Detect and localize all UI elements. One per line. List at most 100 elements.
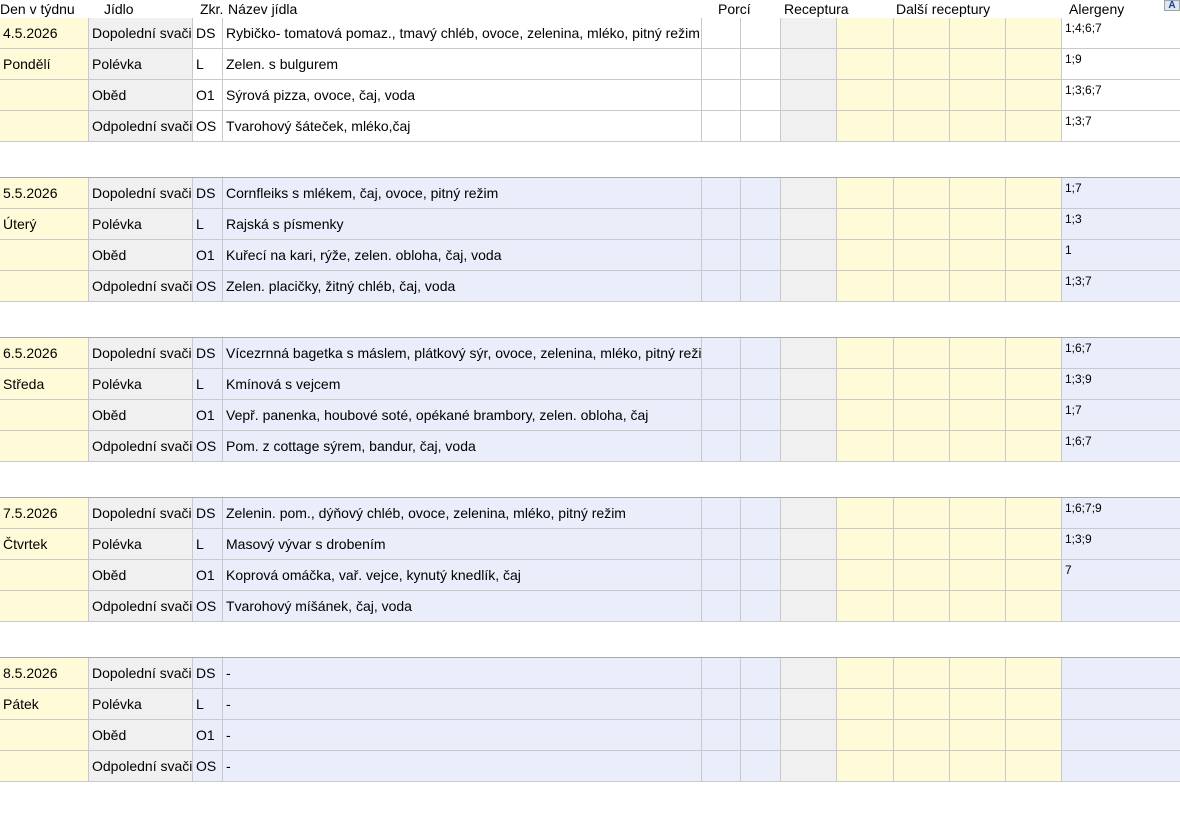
extra-recipe-cell-1[interactable] — [837, 400, 894, 431]
meal-code-cell[interactable]: OS — [193, 751, 223, 782]
portions-extra-cell[interactable] — [741, 591, 781, 622]
extra-recipe-cell-1[interactable] — [837, 591, 894, 622]
table-row[interactable]: Oběd O1 Vepř. panenka, houbové soté, opéka… — [0, 400, 1180, 431]
recipe-cell[interactable] — [781, 529, 837, 560]
extra-recipe-cell-2[interactable] — [894, 178, 950, 209]
allergens-cell[interactable] — [1062, 658, 1180, 689]
extra-recipe-cell-1[interactable] — [837, 271, 894, 302]
extra-recipe-cell-3[interactable] — [950, 240, 1006, 271]
table-row[interactable]: Odpolední svačinaOSZelen. placičky, žitn… — [0, 271, 1180, 302]
extra-recipe-cell-3[interactable] — [950, 178, 1006, 209]
day-cell[interactable] — [0, 240, 89, 271]
meal-code-cell[interactable]: L — [193, 529, 223, 560]
meal-type-cell[interactable]: Odpolední svačina — [89, 271, 193, 302]
meal-code-cell[interactable]: OS — [193, 591, 223, 622]
extra-recipe-cell-4[interactable] — [1006, 80, 1062, 111]
meal-name-cell[interactable]: Vícezrnná bagetka s máslem, plátkový sýr… — [223, 338, 702, 369]
table-row[interactable]: Odpolední svačinaOSTvarohový šáteček, ml… — [0, 111, 1180, 142]
allergens-cell[interactable]: 1;3;9 — [1062, 529, 1180, 560]
portions-cell[interactable] — [702, 111, 741, 142]
portions-extra-cell[interactable] — [741, 338, 781, 369]
extra-recipe-cell-4[interactable] — [1006, 18, 1062, 49]
extra-recipe-cell-3[interactable] — [950, 689, 1006, 720]
day-cell[interactable] — [0, 431, 89, 462]
recipe-cell[interactable] — [781, 658, 837, 689]
recipe-cell[interactable] — [781, 209, 837, 240]
meal-type-cell[interactable]: Dopolední svačina — [89, 18, 193, 49]
portions-cell[interactable] — [702, 591, 741, 622]
meal-type-cell[interactable]: Dopolední svačina — [89, 338, 193, 369]
extra-recipe-cell-4[interactable] — [1006, 431, 1062, 462]
extra-recipe-cell-3[interactable] — [950, 720, 1006, 751]
extra-recipe-cell-4[interactable] — [1006, 111, 1062, 142]
day-cell[interactable] — [0, 271, 89, 302]
meal-name-cell[interactable]: Kmínová s vejcem — [223, 369, 702, 400]
table-row[interactable]: Oběd O1 Kuřecí na kari, rýže, zelen. obloh… — [0, 240, 1180, 271]
extra-recipe-cell-1[interactable] — [837, 560, 894, 591]
extra-recipe-cell-2[interactable] — [894, 689, 950, 720]
meal-type-cell[interactable]: Polévka — [89, 689, 193, 720]
allergens-cell[interactable]: 1;3 — [1062, 209, 1180, 240]
table-row[interactable]: Středa Polévka L Kmínová s vejcem 1;3;9 — [0, 369, 1180, 400]
day-cell[interactable] — [0, 751, 89, 782]
recipe-cell[interactable] — [781, 751, 837, 782]
portions-cell[interactable] — [702, 658, 741, 689]
portions-cell[interactable] — [702, 560, 741, 591]
meal-type-cell[interactable]: Dopolední svačina — [89, 658, 193, 689]
meal-type-cell[interactable]: Polévka — [89, 49, 193, 80]
extra-recipe-cell-4[interactable] — [1006, 338, 1062, 369]
meal-name-cell[interactable]: Tvarohový šáteček, mléko,čaj — [223, 111, 702, 142]
table-row[interactable]: 7.5.2026Dopolední svačinaDSZelenin. pom.… — [0, 498, 1180, 529]
extra-recipe-cell-4[interactable] — [1006, 271, 1062, 302]
extra-recipe-cell-1[interactable] — [837, 209, 894, 240]
portions-extra-cell[interactable] — [741, 49, 781, 80]
extra-recipe-cell-1[interactable] — [837, 498, 894, 529]
extra-recipe-cell-3[interactable] — [950, 338, 1006, 369]
extra-recipe-cell-3[interactable] — [950, 111, 1006, 142]
extra-recipe-cell-3[interactable] — [950, 49, 1006, 80]
meal-name-cell[interactable]: Kuřecí na kari, rýže, zelen. obloha, čaj… — [223, 240, 702, 271]
allergens-cell[interactable] — [1062, 720, 1180, 751]
meal-type-cell[interactable]: Polévka — [89, 529, 193, 560]
portions-cell[interactable] — [702, 338, 741, 369]
table-row[interactable]: Čtvrtek Polévka L Masový vývar s drobením 1;… — [0, 529, 1180, 560]
meal-type-cell[interactable]: Dopolední svačina — [89, 178, 193, 209]
extra-recipe-cell-2[interactable] — [894, 498, 950, 529]
recipe-cell[interactable] — [781, 498, 837, 529]
table-row[interactable]: Oběd O1- — [0, 720, 1180, 751]
header-porci[interactable]: Porcí — [718, 1, 751, 17]
portions-cell[interactable] — [702, 720, 741, 751]
extra-recipe-cell-1[interactable] — [837, 658, 894, 689]
portions-cell[interactable] — [702, 178, 741, 209]
day-cell[interactable]: 6.5.2026 — [0, 338, 89, 369]
extra-recipe-cell-2[interactable] — [894, 338, 950, 369]
extra-recipe-cell-2[interactable] — [894, 591, 950, 622]
meal-code-cell[interactable]: DS — [193, 178, 223, 209]
extra-recipe-cell-3[interactable] — [950, 529, 1006, 560]
extra-recipe-cell-3[interactable] — [950, 431, 1006, 462]
extra-recipe-cell-1[interactable] — [837, 178, 894, 209]
portions-cell[interactable] — [702, 49, 741, 80]
meal-type-cell[interactable]: Odpolední svačina — [89, 751, 193, 782]
allergens-cell[interactable] — [1062, 689, 1180, 720]
meal-type-cell[interactable]: Odpolední svačina — [89, 591, 193, 622]
day-cell[interactable]: Pondělí — [0, 49, 89, 80]
portions-extra-cell[interactable] — [741, 658, 781, 689]
recipe-cell[interactable] — [781, 111, 837, 142]
extra-recipe-cell-1[interactable] — [837, 111, 894, 142]
extra-recipe-cell-3[interactable] — [950, 400, 1006, 431]
allergens-cell[interactable]: 1;6;7 — [1062, 431, 1180, 462]
extra-recipe-cell-4[interactable] — [1006, 560, 1062, 591]
meal-name-cell[interactable]: Cornfleiks s mlékem, čaj, ovoce, pitný r… — [223, 178, 702, 209]
portions-extra-cell[interactable] — [741, 111, 781, 142]
meal-name-cell[interactable]: - — [223, 751, 702, 782]
recipe-cell[interactable] — [781, 271, 837, 302]
meal-code-cell[interactable]: O1 — [193, 80, 223, 111]
portions-extra-cell[interactable] — [741, 240, 781, 271]
day-cell[interactable]: Pátek — [0, 689, 89, 720]
portions-extra-cell[interactable] — [741, 209, 781, 240]
meal-code-cell[interactable]: L — [193, 209, 223, 240]
portions-cell[interactable] — [702, 240, 741, 271]
meal-code-cell[interactable]: O1 — [193, 720, 223, 751]
day-cell[interactable] — [0, 591, 89, 622]
